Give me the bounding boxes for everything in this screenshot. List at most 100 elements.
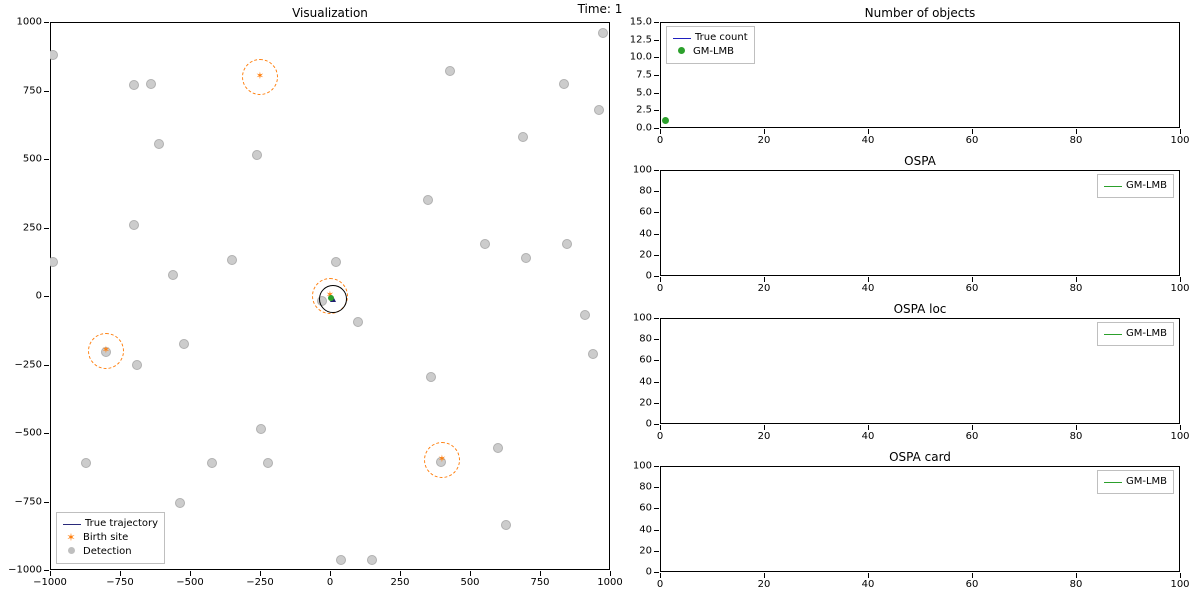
- x-tick-label: 80: [1070, 431, 1083, 442]
- x-tick-label: 100: [1170, 579, 1189, 590]
- y-tick: [654, 551, 659, 552]
- detection-marker: [331, 257, 341, 267]
- ospa-card-legend: GM-LMB: [1097, 470, 1174, 494]
- x-tick: [868, 573, 869, 578]
- x-tick-label: 100: [1170, 283, 1189, 294]
- x-tick: [972, 573, 973, 578]
- legend-entry: GM-LMB: [1104, 327, 1167, 341]
- detection-marker: [179, 339, 189, 349]
- x-tick: [660, 425, 661, 430]
- y-tick: [654, 128, 659, 129]
- x-tick: [120, 571, 121, 576]
- dot-icon: [63, 545, 79, 559]
- detection-marker: [423, 195, 433, 205]
- viz-legend: True trajectory✶Birth siteDetection: [56, 512, 165, 564]
- y-tick-label: 20: [639, 249, 652, 260]
- x-tick-label: 60: [966, 579, 979, 590]
- x-tick-label: 60: [966, 283, 979, 294]
- detection-marker: [559, 79, 569, 89]
- y-tick-label: 1000: [17, 17, 42, 28]
- x-tick-label: 40: [862, 431, 875, 442]
- y-tick: [654, 22, 659, 23]
- detection-marker: [445, 66, 455, 76]
- y-tick-label: 12.5: [630, 34, 652, 45]
- x-tick: [470, 571, 471, 576]
- detection-marker: [336, 555, 346, 565]
- y-tick-label: 80: [639, 186, 652, 197]
- y-tick: [654, 424, 659, 425]
- x-tick: [660, 129, 661, 134]
- detection-marker: [367, 555, 377, 565]
- y-tick-label: 0: [36, 291, 42, 302]
- plot-title: OSPA card: [660, 450, 1180, 464]
- x-tick: [1076, 277, 1077, 282]
- line-swatch-icon: [1104, 482, 1122, 483]
- x-tick: [1180, 129, 1181, 134]
- x-tick: [50, 571, 51, 576]
- ospa-loc-plot: OSPA loc GM-LMB 020406080100020406080100: [660, 318, 1180, 424]
- y-tick: [44, 296, 49, 297]
- y-tick: [654, 403, 659, 404]
- ospa-loc-legend: GM-LMB: [1097, 322, 1174, 346]
- line-swatch-icon: [1104, 186, 1122, 187]
- legend-entry: True count: [673, 31, 748, 45]
- ospa-legend: GM-LMB: [1097, 174, 1174, 198]
- x-tick-label: 0: [657, 579, 663, 590]
- y-tick-label: 20: [639, 397, 652, 408]
- y-tick: [44, 159, 49, 160]
- y-tick-label: 100: [633, 165, 652, 176]
- detection-marker: [594, 105, 604, 115]
- y-tick: [654, 57, 659, 58]
- x-tick: [868, 129, 869, 134]
- y-tick-label: 750: [23, 85, 42, 96]
- y-tick-label: 0: [646, 567, 652, 578]
- detection-marker: [129, 220, 139, 230]
- y-tick-label: −750: [15, 496, 42, 507]
- line-swatch-icon: [63, 524, 81, 525]
- y-tick: [654, 339, 659, 340]
- x-tick-label: 80: [1070, 579, 1083, 590]
- y-tick-label: 2.5: [636, 105, 652, 116]
- y-tick: [654, 530, 659, 531]
- y-tick-label: 0.0: [636, 123, 652, 134]
- birth-site-star-icon: ✶: [438, 455, 446, 465]
- detection-marker: [207, 458, 217, 468]
- legend-label: GM-LMB: [1126, 475, 1167, 489]
- x-tick-label: −750: [106, 577, 133, 588]
- num-objects-plot: Number of objects True countGM-LMB 02040…: [660, 22, 1180, 128]
- x-tick-label: −250: [246, 577, 273, 588]
- y-tick: [654, 276, 659, 277]
- x-tick-label: 80: [1070, 135, 1083, 146]
- y-tick: [654, 318, 659, 319]
- y-tick-label: 40: [639, 228, 652, 239]
- detection-marker: [353, 317, 363, 327]
- plot-title: OSPA: [660, 154, 1180, 168]
- detection-marker: [146, 79, 156, 89]
- x-tick: [400, 571, 401, 576]
- y-tick-label: 250: [23, 222, 42, 233]
- x-tick-label: 1000: [597, 577, 622, 588]
- legend-entry: True trajectory: [63, 517, 158, 531]
- y-tick-label: 15.0: [630, 17, 652, 28]
- y-tick: [654, 360, 659, 361]
- x-tick-label: 0: [327, 577, 333, 588]
- y-tick: [654, 255, 659, 256]
- legend-label: GM-LMB: [1126, 327, 1167, 341]
- y-tick: [654, 508, 659, 509]
- detection-marker: [588, 349, 598, 359]
- x-tick: [1076, 573, 1077, 578]
- x-tick: [1076, 425, 1077, 430]
- detection-marker: [501, 520, 511, 530]
- legend-entry: GM-LMB: [1104, 179, 1167, 193]
- plot-title: Number of objects: [660, 6, 1180, 20]
- detection-marker: [132, 360, 142, 370]
- x-tick: [1180, 573, 1181, 578]
- y-tick: [44, 433, 49, 434]
- y-tick-label: −500: [15, 428, 42, 439]
- detection-marker: [493, 443, 503, 453]
- y-tick-label: 80: [639, 482, 652, 493]
- x-tick: [972, 129, 973, 134]
- figure-root: Time: 1 Visualization ✶✶✶✶ True trajecto…: [0, 0, 1200, 600]
- detection-marker: [480, 239, 490, 249]
- detection-marker: [154, 139, 164, 149]
